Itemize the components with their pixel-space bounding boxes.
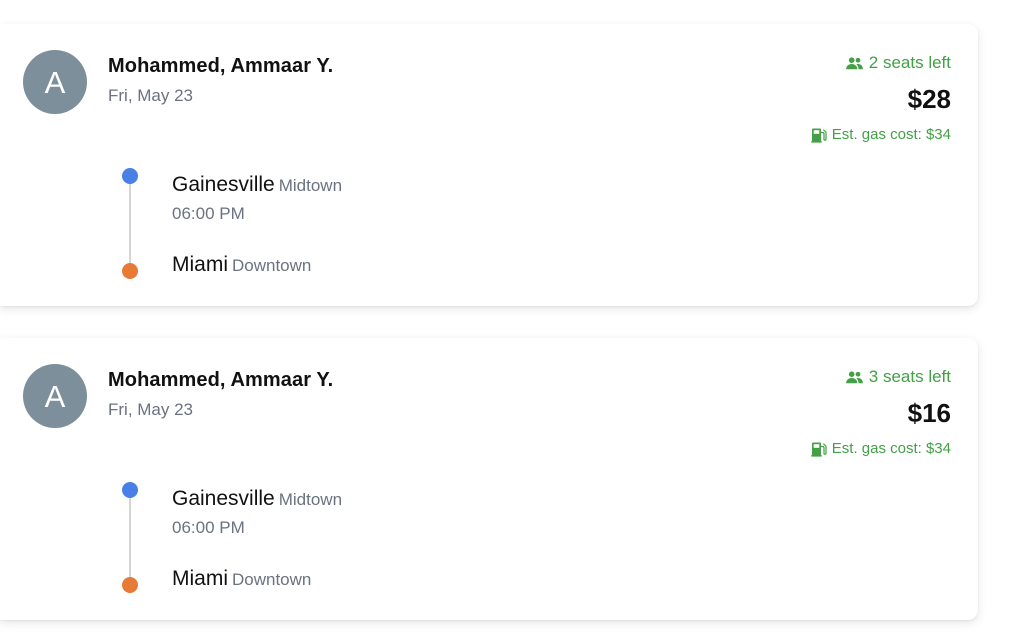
ride-date: Fri, May 23 bbox=[108, 86, 194, 105]
gas-pump-icon bbox=[811, 441, 827, 457]
ride-card[interactable]: A Mohammed, Ammaar Y. Fri, May 23 2 seat… bbox=[0, 24, 978, 306]
seats-available: 2 seats left bbox=[845, 53, 951, 73]
destination-dot bbox=[122, 263, 138, 279]
departure-time: 06:00 PM bbox=[172, 204, 245, 223]
ride-price: $28 bbox=[907, 84, 951, 114]
driver-name: Mohammed, Ammaar Y. bbox=[108, 55, 334, 77]
gas-pump-icon bbox=[811, 127, 827, 143]
destination-city: Miami bbox=[172, 567, 228, 590]
gas-cost-label: Est. gas cost: $34 bbox=[831, 126, 951, 143]
ride-price: $16 bbox=[907, 398, 951, 428]
gas-cost: Est. gas cost: $34 bbox=[811, 440, 951, 457]
driver-name: Mohammed, Ammaar Y. bbox=[108, 369, 334, 391]
seats-left-label: 2 seats left bbox=[868, 53, 951, 72]
people-icon bbox=[845, 56, 863, 70]
destination-area: Downtown bbox=[232, 256, 312, 275]
destination-stop: Miami Downtown bbox=[172, 567, 311, 591]
destination-city: Miami bbox=[172, 253, 228, 276]
origin-stop: Gainesville Midtown bbox=[172, 487, 342, 511]
seats-available: 3 seats left bbox=[845, 367, 951, 387]
origin-city: Gainesville bbox=[172, 173, 275, 196]
origin-dot bbox=[122, 482, 138, 498]
avatar: A bbox=[23, 50, 87, 114]
ride-date: Fri, May 23 bbox=[108, 400, 194, 419]
route-line bbox=[129, 492, 131, 584]
departure-time: 06:00 PM bbox=[172, 518, 245, 537]
origin-dot bbox=[122, 168, 138, 184]
origin-area: Midtown bbox=[278, 176, 343, 195]
seats-left-label: 3 seats left bbox=[868, 367, 951, 386]
origin-stop: Gainesville Midtown bbox=[172, 173, 342, 197]
avatar: A bbox=[23, 364, 87, 428]
destination-area: Downtown bbox=[232, 570, 312, 589]
destination-dot bbox=[122, 577, 138, 593]
gas-cost-label: Est. gas cost: $34 bbox=[831, 440, 951, 457]
route-line bbox=[129, 178, 131, 270]
ride-card[interactable]: A Mohammed, Ammaar Y. Fri, May 23 3 seat… bbox=[0, 338, 978, 620]
origin-area: Midtown bbox=[278, 490, 343, 509]
origin-city: Gainesville bbox=[172, 487, 275, 510]
people-icon bbox=[845, 370, 863, 384]
gas-cost: Est. gas cost: $34 bbox=[811, 126, 951, 143]
destination-stop: Miami Downtown bbox=[172, 253, 311, 277]
